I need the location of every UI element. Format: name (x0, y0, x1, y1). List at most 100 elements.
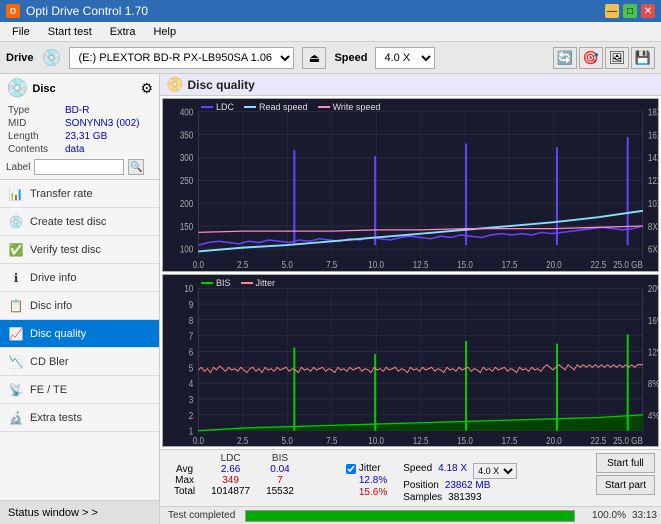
start-part-button[interactable]: Start part (596, 475, 655, 495)
nav-transfer-rate[interactable]: 📊 Transfer rate (0, 180, 159, 208)
svg-text:5: 5 (189, 361, 193, 373)
action-buttons: Start full Start part (596, 453, 655, 495)
svg-text:14X: 14X (648, 152, 658, 163)
svg-text:7: 7 (189, 329, 193, 341)
svg-text:0.0: 0.0 (193, 433, 204, 445)
toolbar-btn-1[interactable]: 🔄 (553, 47, 577, 69)
speed-value: 4.18 X (438, 463, 467, 479)
position-value: 23862 MB (445, 480, 491, 491)
drive-select[interactable]: (E:) PLEXTOR BD-R PX-LB950SA 1.06 (69, 47, 294, 69)
svg-text:9: 9 (189, 297, 193, 309)
svg-text:12X: 12X (648, 175, 658, 186)
disc-mid-row: MID SONYNN3 (002) (8, 118, 151, 129)
svg-text:7.5: 7.5 (326, 259, 337, 270)
svg-text:17.5: 17.5 (502, 259, 518, 270)
stats-bar: LDC BIS Avg 2.66 0.04 Max (160, 449, 661, 506)
stats-total-label: Total (166, 486, 203, 497)
charts-area: 400 350 300 250 200 150 100 18X 16X 14X … (160, 96, 661, 449)
stats-max-bis: 7 (258, 475, 302, 486)
stats-avg-ldc: 2.66 (203, 464, 258, 475)
svg-text:400: 400 (180, 107, 193, 118)
disc-info-table: Type BD-R MID SONYNN3 (002) Length 23,31… (6, 103, 153, 157)
close-button[interactable]: ✕ (641, 4, 655, 18)
speed-header: Speed (403, 463, 432, 479)
jitter-checkbox[interactable] (346, 464, 356, 474)
minimize-button[interactable]: — (605, 4, 619, 18)
nav-create-test-disc[interactable]: 💿 Create test disc (0, 208, 159, 236)
svg-text:10.0: 10.0 (368, 259, 384, 270)
stats-total-row: Total 1014877 15532 (166, 486, 338, 497)
sidebar: 💿 Disc ⚙ Type BD-R MID SONYNN3 (002) Len… (0, 74, 160, 524)
eject-button[interactable]: ⏏ (302, 47, 326, 69)
progress-percent: 100.0% (581, 510, 626, 521)
disc-length-label: Length (8, 131, 63, 142)
read-speed-legend-label: Read speed (259, 102, 308, 112)
speed-select[interactable]: 4.0 X (375, 47, 435, 69)
bis-chart-svg: 10 9 8 7 6 5 4 3 2 1 20% 16% 12% 8% 4% (163, 275, 658, 447)
disc-quality-icon: 📈 (8, 326, 24, 342)
svg-text:0.0: 0.0 (193, 259, 204, 270)
svg-text:300: 300 (180, 152, 193, 163)
disc-type-value: BD-R (65, 105, 151, 116)
disc-label-row: Label 🔍 (6, 159, 153, 175)
nav-extra-tests[interactable]: 🔬 Extra tests (0, 404, 159, 432)
extra-tests-icon: 🔬 (8, 410, 24, 426)
bis-chart: 10 9 8 7 6 5 4 3 2 1 20% 16% 12% 8% 4% (162, 274, 659, 448)
disc-info-icon: 📋 (8, 298, 24, 314)
svg-text:25.0 GB: 25.0 GB (613, 433, 643, 445)
svg-text:2.5: 2.5 (237, 259, 248, 270)
menu-help[interactable]: Help (145, 24, 184, 40)
nav-verify-test-disc[interactable]: ✅ Verify test disc (0, 236, 159, 264)
write-speed-legend-color (318, 106, 330, 108)
svg-text:100: 100 (180, 244, 193, 255)
toolbar-btn-2[interactable]: 🎯 (579, 47, 603, 69)
nav-disc-quality[interactable]: 📈 Disc quality (0, 320, 159, 348)
svg-text:22.5: 22.5 (591, 259, 607, 270)
svg-text:8X: 8X (648, 221, 658, 232)
samples-label: Samples (403, 492, 442, 503)
stats-avg-row: Avg 2.66 0.04 (166, 464, 338, 475)
svg-text:18X: 18X (648, 107, 658, 118)
svg-text:6X: 6X (648, 244, 658, 255)
nav-fe-te[interactable]: 📡 FE / TE (0, 376, 159, 404)
disc-label-input[interactable] (34, 159, 124, 175)
menu-file[interactable]: File (4, 24, 38, 40)
write-speed-legend-label: Write speed (333, 102, 381, 112)
svg-text:2: 2 (189, 408, 193, 420)
menu-extra[interactable]: Extra (102, 24, 144, 40)
toolbar-btn-4[interactable]: 💾 (631, 47, 655, 69)
maximize-button[interactable]: □ (623, 4, 637, 18)
disc-label-button[interactable]: 🔍 (128, 159, 144, 175)
nav-cd-bler[interactable]: 📉 CD Bler (0, 348, 159, 376)
title-bar: O Opti Drive Control 1.70 — □ ✕ (0, 0, 661, 22)
drive-icon: 💿 (42, 48, 62, 68)
position-label: Position (403, 480, 439, 491)
disc-options-icon[interactable]: ⚙ (140, 80, 153, 97)
svg-text:25.0 GB: 25.0 GB (613, 259, 643, 270)
samples-value: 381393 (448, 492, 481, 503)
status-window[interactable]: Status window > > (0, 500, 159, 524)
menu-start-test[interactable]: Start test (40, 24, 100, 40)
app-title: Opti Drive Control 1.70 (26, 4, 148, 18)
ldc-legend-color (201, 106, 213, 108)
speed-dropdown[interactable]: 4.0 X (473, 463, 517, 479)
progress-bar-inner (246, 511, 574, 521)
svg-text:20%: 20% (648, 282, 658, 294)
disc-quality-title: Disc quality (187, 78, 254, 92)
svg-text:6: 6 (189, 345, 193, 357)
chart2-legend: BIS Jitter (201, 278, 275, 288)
start-full-button[interactable]: Start full (596, 453, 655, 473)
stats-total-bis: 15532 (258, 486, 302, 497)
bis-legend-color (201, 282, 213, 284)
nav-drive-info[interactable]: ℹ Drive info (0, 264, 159, 292)
nav-disc-info[interactable]: 📋 Disc info (0, 292, 159, 320)
disc-contents-label: Contents (8, 144, 63, 155)
svg-text:200: 200 (180, 198, 193, 209)
disc-mid-label: MID (8, 118, 63, 129)
stats-avg-bis: 0.04 (258, 464, 302, 475)
disc-contents-value: data (65, 144, 151, 155)
toolbar-btn-3[interactable]: 🖼 (605, 47, 629, 69)
stats-max-row: Max 349 7 (166, 475, 338, 486)
disc-length-value: 23,31 GB (65, 131, 151, 142)
nav-create-test-label: Create test disc (30, 216, 106, 228)
